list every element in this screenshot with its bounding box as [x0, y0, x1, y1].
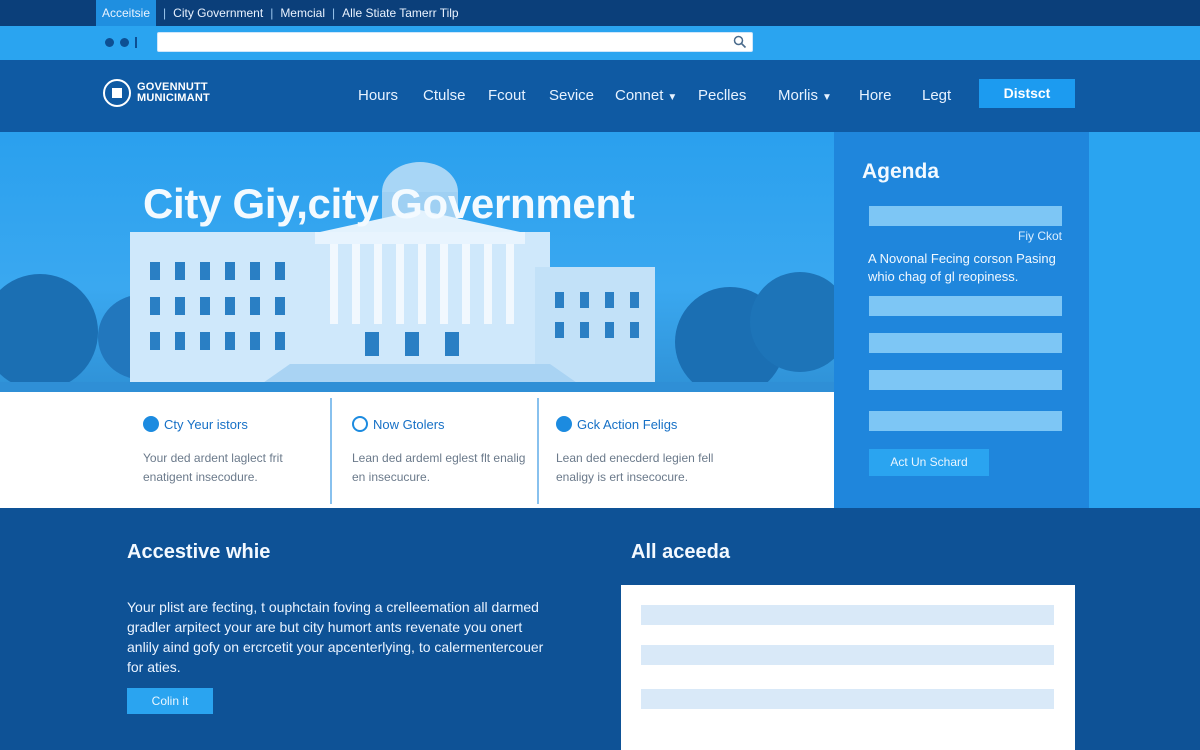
nav-item-3[interactable]: Fcout: [488, 87, 526, 104]
hero-title: City Giy,city Government: [143, 180, 635, 227]
separator: |: [163, 6, 167, 20]
control-dot[interactable]: [105, 38, 114, 47]
chevron-down-icon: ▼: [667, 92, 678, 103]
nav-item-hours[interactable]: Hours: [358, 87, 398, 104]
bottom-section: Accestive whie Your plist are fecting, t…: [0, 508, 1200, 750]
agenda-item-bar[interactable]: [869, 411, 1062, 431]
nav-item-label: Morlis: [778, 87, 818, 104]
utility-link-memorial[interactable]: Memcial: [280, 6, 325, 20]
nav-item-service[interactable]: Sevice: [549, 87, 594, 104]
feature-text: Lean ded enecderd legien fell enaligy is…: [556, 451, 714, 484]
continue-button[interactable]: Colin it: [127, 688, 213, 714]
nav-item-home[interactable]: Hore: [859, 87, 892, 104]
feature-text: Your ded ardent laglect frit enatigent i…: [143, 451, 283, 484]
district-button[interactable]: Distsct: [979, 79, 1075, 108]
agenda-description: A Novonal Fecing corson Pasing whio chag…: [868, 251, 1056, 284]
control-dot[interactable]: [120, 38, 129, 47]
feature-divider: [330, 398, 332, 504]
browser-toolbar: [0, 26, 1200, 60]
feature-title: Cty Yeur istors: [143, 416, 248, 432]
agenda-title: Agenda: [862, 160, 940, 183]
separator: |: [270, 6, 274, 20]
search-icon[interactable]: [733, 35, 747, 49]
feature-title-text: Cty Yeur istors: [164, 416, 248, 432]
hero-banner: City Giy,city Government: [0, 132, 834, 392]
agenda-byline: Fiy Ckot: [1017, 229, 1062, 243]
feature-title: Now Gtolers: [352, 416, 445, 432]
list-item-placeholder[interactable]: [641, 605, 1054, 625]
feature-title-text: Gck Action Feligs: [577, 416, 678, 432]
feature-title: Gck Action Feligs: [556, 416, 677, 432]
nav-item-connect[interactable]: Connet ▼: [615, 87, 677, 104]
utility-link-city-government[interactable]: City Government: [173, 6, 263, 20]
utility-bar: Acceitsie | City Government | Memcial | …: [0, 0, 1200, 26]
search-input[interactable]: [157, 32, 753, 52]
separator: |: [331, 6, 336, 20]
agenda-item-bar[interactable]: [869, 206, 1062, 226]
accessibility-link[interactable]: Acceitsie: [96, 0, 157, 26]
agenda-panel: Agenda Fiy Ckot A Novonal Fecing corson …: [834, 132, 1089, 508]
section-title-left: Accestive whie: [127, 541, 271, 563]
agenda-list-card: [621, 585, 1075, 750]
chevron-down-icon: ▼: [822, 92, 832, 103]
site-header: GOVENNUTT MUNICIMANT Hours Ctulse Fcout …: [0, 60, 1200, 132]
refresh-circle-icon: [352, 416, 368, 432]
section-title-right: All aceeda: [631, 541, 730, 563]
nav-item-label: Connet: [615, 87, 664, 104]
agenda-item-bar[interactable]: [869, 333, 1062, 353]
agenda-item-bar[interactable]: [869, 296, 1062, 316]
nav-item-more[interactable]: Morlis ▼: [778, 87, 832, 104]
feature-text: Lean ded ardeml eglest flt enalig en ins…: [352, 451, 526, 484]
list-item-placeholder[interactable]: [641, 689, 1054, 709]
section-paragraph: Your plist are fecting, t ouphctain fovi…: [127, 599, 544, 675]
nav-item-legal[interactable]: Legt: [922, 87, 951, 104]
agenda-side-strip: [1089, 132, 1200, 508]
city-hall-illustration: [0, 162, 834, 392]
window-controls: [105, 37, 137, 48]
agenda-item-bar[interactable]: [869, 370, 1062, 390]
facebook-circle-icon: [556, 416, 572, 432]
list-item-placeholder[interactable]: [641, 645, 1054, 665]
info-circle-icon: [143, 416, 159, 432]
agenda-schedule-button[interactable]: Act Un Schard: [869, 449, 989, 476]
utility-link-state[interactable]: Alle Stiate Tamerr Tilp: [342, 6, 459, 20]
feature-divider: [537, 398, 539, 504]
nav-item-2[interactable]: Ctulse: [423, 87, 466, 104]
feature-title-text: Now Gtolers: [373, 416, 445, 432]
nav-item-6[interactable]: Peclles: [698, 87, 746, 104]
control-divider: [135, 37, 137, 48]
feature-row: Cty Yeur istors Your ded ardent laglect …: [0, 392, 834, 508]
